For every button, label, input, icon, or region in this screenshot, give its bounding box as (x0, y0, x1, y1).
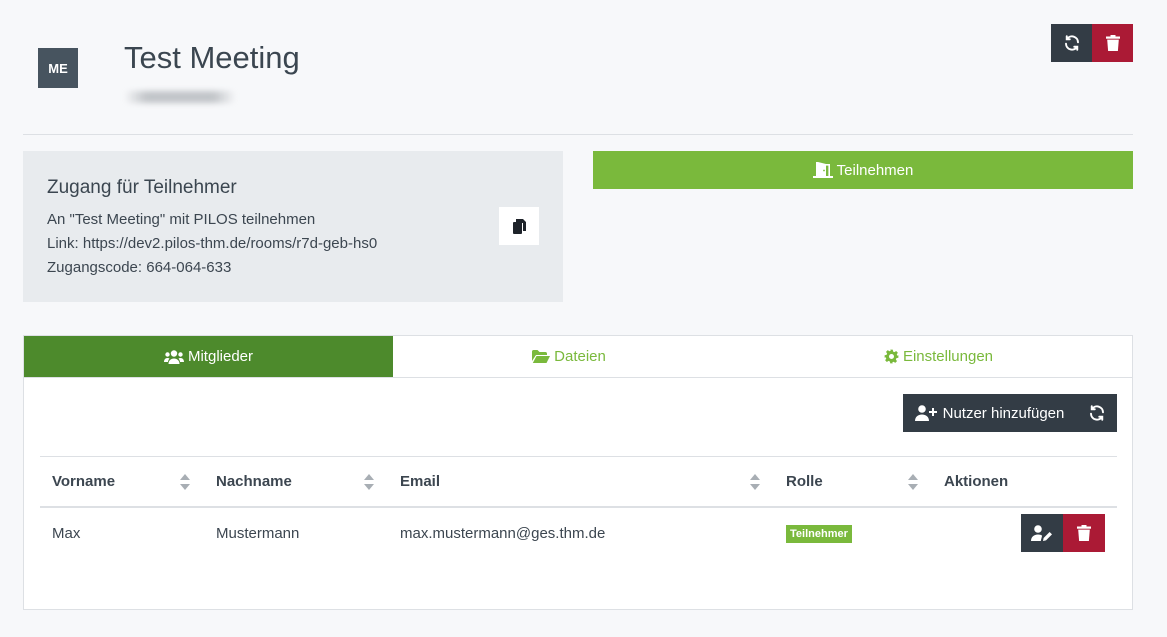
delete-member-button[interactable] (1063, 514, 1105, 552)
room-link: Link: https://dev2.pilos-thm.de/rooms/r7… (47, 235, 378, 252)
sort-icon (364, 474, 374, 490)
column-label: Vorname (52, 472, 116, 490)
copy-invitation-button[interactable] (499, 207, 539, 245)
members-table: Vorname Nachname Email Rolle Aktionen Ma… (40, 456, 1117, 559)
table-row: Max Mustermann max.mustermann@ges.thm.de… (40, 507, 1117, 559)
tab-bar: Mitglieder Dateien Einstellungen (24, 336, 1132, 378)
sync-icon (1089, 405, 1104, 421)
column-label: Rolle (786, 472, 823, 490)
copy-icon (512, 218, 526, 234)
column-header-firstname[interactable]: Vorname (40, 456, 204, 508)
column-header-email[interactable]: Email (388, 456, 774, 508)
sort-icon (750, 474, 760, 490)
room-tabs-panel: Mitglieder Dateien Einstellungen Nutzer … (23, 335, 1133, 610)
reload-room-button[interactable] (1051, 24, 1092, 62)
join-label: Teilnehmen (836, 161, 914, 179)
delete-room-button[interactable] (1092, 24, 1133, 62)
cell-actions (932, 507, 1117, 559)
sort-icon (180, 474, 190, 490)
column-header-lastname[interactable]: Nachname (204, 456, 388, 508)
user-edit-icon (1031, 525, 1052, 541)
edit-member-button[interactable] (1021, 514, 1063, 552)
column-label: Nachname (216, 472, 292, 490)
trash-icon (1077, 525, 1091, 541)
folder-open-icon (532, 350, 551, 363)
cell-role: Teilnehmer (774, 507, 932, 559)
cell-email: max.mustermann@ges.thm.de (400, 524, 606, 542)
users-icon (163, 349, 184, 364)
column-header-actions: Aktionen (932, 456, 1117, 508)
table-header-row: Vorname Nachname Email Rolle Aktionen (40, 456, 1117, 508)
add-user-label: Nutzer hinzufügen (942, 404, 1065, 422)
invite-text: An "Test Meeting" mit PILOS teilnehmen (47, 211, 316, 228)
door-open-icon (812, 162, 833, 178)
tab-files-label: Dateien (554, 348, 606, 365)
add-user-button[interactable]: Nutzer hinzufügen (903, 394, 1076, 432)
role-badge: Teilnehmer (786, 524, 852, 543)
tab-members-label: Mitglieder (187, 348, 254, 365)
reload-members-button[interactable] (1076, 394, 1117, 432)
tab-files[interactable]: Dateien (393, 336, 745, 377)
room-avatar: ME (38, 48, 78, 88)
room-title: Test Meeting (124, 40, 300, 75)
sync-icon (1064, 35, 1079, 51)
trash-icon (1105, 35, 1120, 51)
tab-settings-label: Einstellungen (902, 348, 994, 365)
cog-icon (884, 349, 899, 364)
access-code: Zugangscode: 664-064-633 (47, 259, 232, 276)
user-plus-icon (914, 405, 937, 421)
members-toolbar: Nutzer hinzufügen (903, 394, 1117, 432)
room-owner-redacted (124, 91, 236, 103)
tab-members[interactable]: Mitglieder (24, 336, 393, 377)
column-label: Email (400, 472, 441, 490)
cell-firstname: Max (52, 524, 81, 542)
header-divider (23, 134, 1133, 135)
access-card: Zugang für Teilnehmer An "Test Meeting" … (23, 151, 563, 302)
access-heading: Zugang für Teilnehmer (47, 177, 237, 198)
row-actions (944, 514, 1117, 552)
join-meeting-button[interactable]: Teilnehmen (593, 151, 1133, 189)
cell-lastname: Mustermann (216, 524, 300, 542)
sort-icon (908, 474, 918, 490)
column-label: Aktionen (944, 472, 1009, 490)
column-header-role[interactable]: Rolle (774, 456, 932, 508)
tab-settings[interactable]: Einstellungen (745, 336, 1132, 377)
room-actions (1051, 24, 1133, 62)
